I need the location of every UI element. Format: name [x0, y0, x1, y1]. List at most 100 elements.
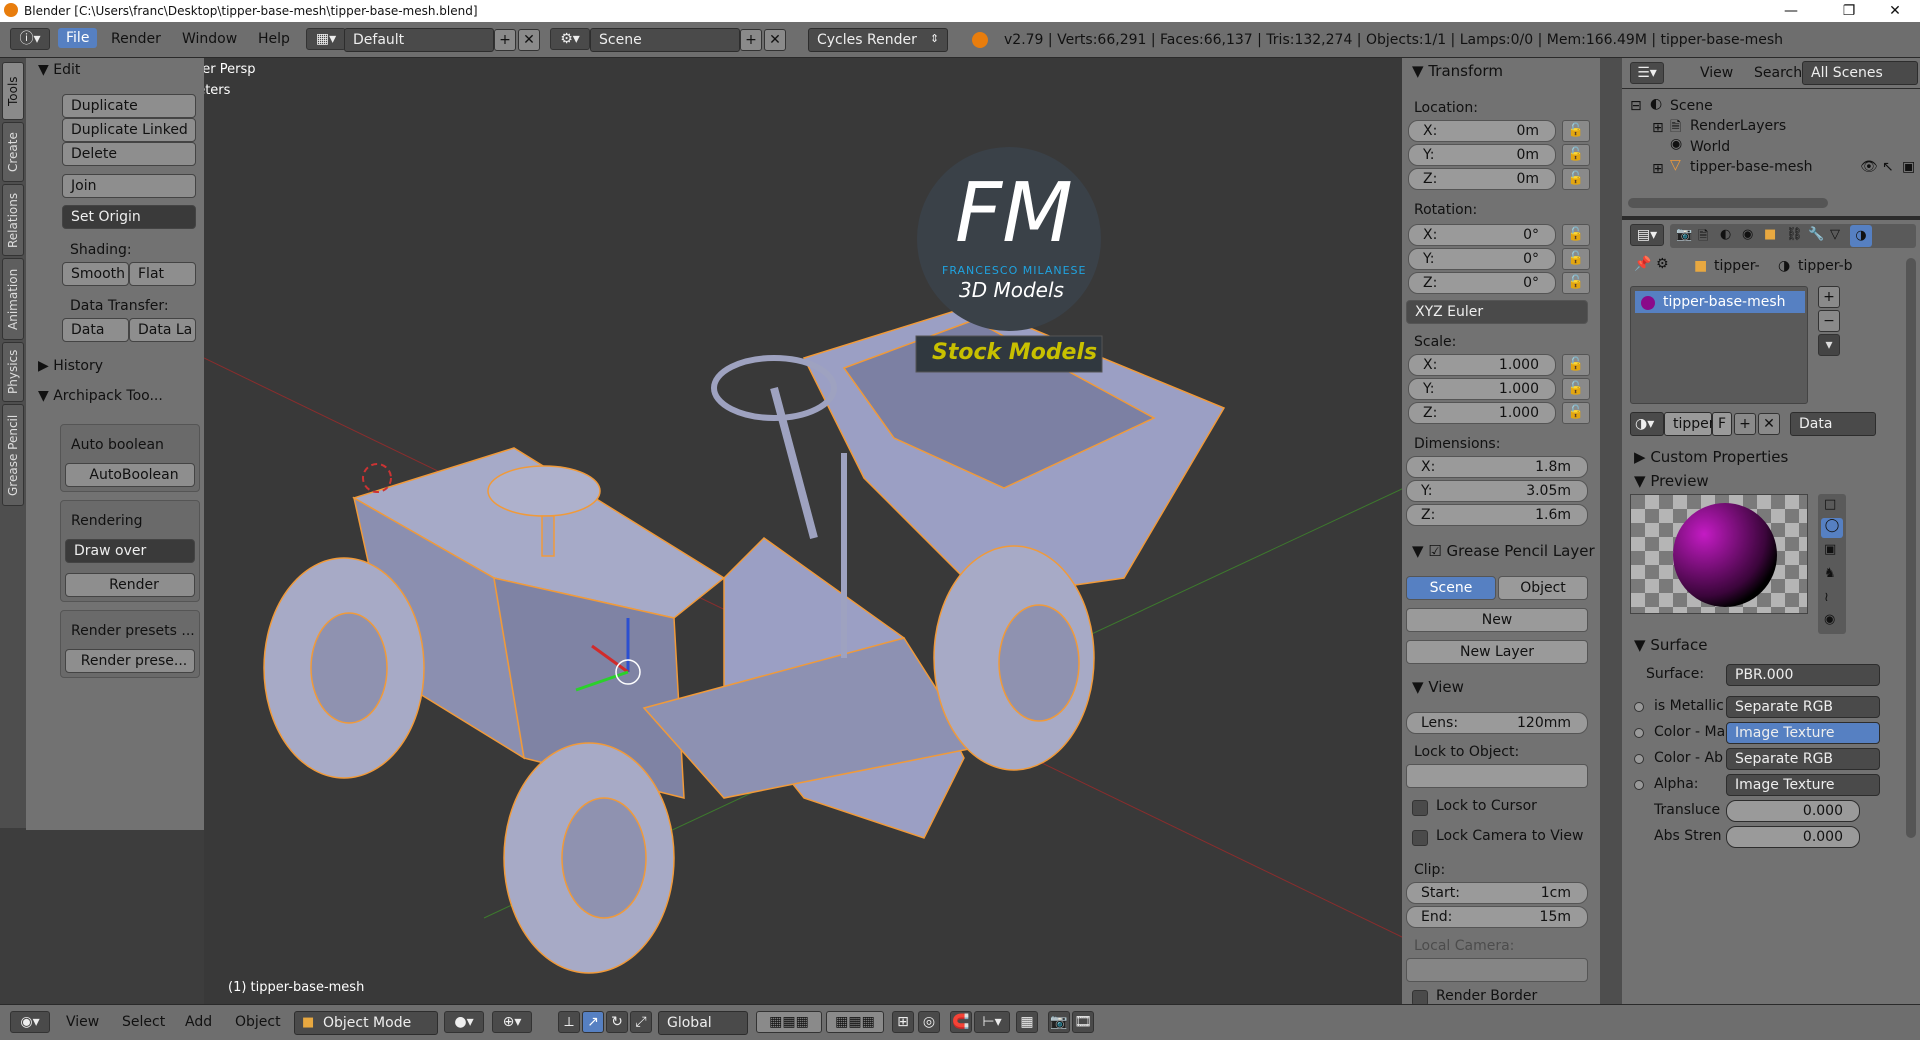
pivot-icon[interactable]: ⊕▾	[492, 1011, 532, 1033]
material-browse-icon[interactable]: ◑▾	[1630, 412, 1664, 436]
rotation-z-field[interactable]: Z: 0°	[1408, 272, 1556, 294]
lock-icon[interactable]: 🔓	[1562, 378, 1590, 400]
outliner-scrollbar[interactable]	[1628, 198, 1828, 208]
pin-icon[interactable]: 📌	[1634, 256, 1651, 272]
close-icon[interactable]: ✕	[1872, 0, 1918, 22]
viewport-editor-icon[interactable]: ◉▾	[10, 1011, 50, 1033]
rotation-x-field[interactable]: X: 0°	[1408, 224, 1556, 246]
clip-start-field[interactable]: Start: 1cm	[1406, 882, 1588, 904]
object-tab-icon[interactable]: ■	[1764, 227, 1776, 242]
add-layout-icon[interactable]: +	[494, 29, 516, 51]
smooth-button[interactable]: Smooth	[62, 262, 129, 286]
view-header[interactable]: ▼ View	[1412, 678, 1464, 696]
new-layer-button[interactable]: New Layer	[1406, 640, 1588, 664]
outliner-view-menu[interactable]: View	[1700, 65, 1733, 81]
scale-y-field[interactable]: Y: 1.000	[1408, 378, 1556, 400]
layers-grid-2[interactable]: ▦▦▦	[826, 1011, 884, 1033]
lens-field[interactable]: Lens: 120mm	[1406, 712, 1588, 734]
flat-button[interactable]: Flat	[129, 262, 196, 286]
camera-icon[interactable]: ▣	[1902, 159, 1915, 175]
lock-cursor-checkbox[interactable]	[1412, 800, 1428, 816]
area-divider[interactable]	[1622, 216, 1920, 220]
scene-field[interactable]: Scene	[590, 28, 740, 52]
outliner-scene[interactable]: Scene	[1670, 98, 1713, 114]
lock-camera-checkbox[interactable]	[1412, 830, 1428, 846]
preview-header[interactable]: ▼ Preview	[1634, 472, 1709, 490]
render-preview-icon[interactable]: 📷	[1048, 1011, 1070, 1033]
material-slots-list[interactable]: tipper-base-mesh	[1630, 286, 1808, 404]
socket-icon[interactable]	[1634, 754, 1644, 764]
unlink-material-icon[interactable]: ✕	[1758, 413, 1780, 435]
editor-type-icon[interactable]: ⓘ▾	[10, 28, 50, 50]
lock-layers-icon[interactable]: ⊞	[892, 1011, 914, 1033]
is-metallic-select[interactable]: Separate RGB	[1726, 696, 1880, 718]
dimension-x-field[interactable]: X: 1.8m	[1406, 456, 1588, 478]
shading-mode-icon[interactable]: ●▾	[444, 1011, 484, 1033]
eye-icon[interactable]: 👁	[1860, 159, 1878, 175]
material-name-field[interactable]: tipper	[1664, 412, 1715, 436]
monkey-preview-icon[interactable]: ♞	[1824, 566, 1836, 581]
lock-icon[interactable]: 🔓	[1562, 248, 1590, 270]
menu-select[interactable]: Select	[122, 1014, 165, 1030]
lock-icon[interactable]: 🔓	[1562, 168, 1590, 190]
custom-properties-header[interactable]: ▶ Custom Properties	[1634, 448, 1788, 466]
rotation-mode-select[interactable]: XYZ Euler	[1406, 300, 1588, 324]
expand-icon[interactable]: ⊞	[1652, 161, 1664, 177]
grease-pencil-header[interactable]: ▼ ☑ Grease Pencil Layer	[1412, 542, 1595, 560]
panel-archipack-header[interactable]: ▼ Archipack Too...	[38, 388, 163, 404]
menu-window[interactable]: Window	[182, 31, 237, 47]
tab-tools[interactable]: Tools	[2, 62, 24, 120]
lock-icon[interactable]: 🔓	[1562, 402, 1590, 424]
rotate-icon[interactable]: ↻	[606, 1011, 628, 1033]
panel-history-header[interactable]: ▶ History	[38, 358, 103, 374]
minimize-icon[interactable]: —	[1768, 0, 1814, 22]
proportional-icon[interactable]: ◎	[918, 1011, 940, 1033]
panel-edit-header[interactable]: ▼ Edit	[38, 62, 80, 78]
lock-object-field[interactable]	[1406, 764, 1588, 788]
menu-help[interactable]: Help	[258, 31, 290, 47]
panel-separator[interactable]	[1600, 58, 1622, 1040]
data-layout-button[interactable]: Data La	[129, 318, 196, 342]
outliner-search-menu[interactable]: Search	[1754, 65, 1802, 81]
cube-preview-icon[interactable]: ▣	[1824, 542, 1836, 557]
socket-icon[interactable]	[1634, 780, 1644, 790]
local-camera-field[interactable]	[1406, 958, 1588, 982]
menu-add[interactable]: Add	[185, 1014, 212, 1030]
data-button[interactable]: Data	[62, 318, 129, 342]
modifiers-tab-icon[interactable]: 🔧	[1808, 227, 1824, 242]
set-origin-select[interactable]: Set Origin	[62, 205, 196, 229]
remove-layout-icon[interactable]: ✕	[518, 29, 540, 51]
new-material-icon[interactable]: +	[1734, 413, 1756, 435]
outliner-editor-icon[interactable]: ☰▾	[1630, 62, 1664, 84]
location-x-field[interactable]: X: 0m	[1408, 120, 1556, 142]
rotation-y-field[interactable]: Y: 0°	[1408, 248, 1556, 270]
expand-icon[interactable]: ⊟	[1630, 98, 1642, 114]
lock-icon[interactable]: 🔓	[1562, 120, 1590, 142]
properties-editor-icon[interactable]: ▤▾	[1630, 224, 1664, 246]
mode-select[interactable]: Object Mode	[294, 1011, 438, 1035]
duplicate-linked-button[interactable]: Duplicate Linked	[62, 118, 196, 142]
snap-icon[interactable]: 🧲	[950, 1011, 972, 1033]
outliner-world[interactable]: World	[1690, 139, 1730, 155]
scale-z-field[interactable]: Z: 1.000	[1408, 402, 1556, 424]
manipulator-icon[interactable]: ⟂	[558, 1011, 580, 1033]
dimension-z-field[interactable]: Z: 1.6m	[1406, 504, 1588, 526]
new-grease-button[interactable]: New	[1406, 608, 1588, 632]
object-toggle[interactable]: Object	[1498, 576, 1588, 600]
slot-menu-icon[interactable]: ▾	[1818, 334, 1840, 356]
lock-icon[interactable]: 🔓	[1562, 144, 1590, 166]
menu-file[interactable]: File	[58, 28, 98, 48]
world-preview-icon[interactable]: ◉	[1824, 612, 1835, 627]
abs-stren-field[interactable]: 0.000	[1726, 826, 1860, 848]
layers-tab-icon[interactable]: 🗎	[1698, 227, 1708, 249]
remove-slot-icon[interactable]: −	[1818, 310, 1840, 332]
remove-scene-icon[interactable]: ✕	[764, 29, 786, 51]
render-presets-button[interactable]: Render prese...	[65, 649, 195, 673]
transform-header[interactable]: ▼ Transform	[1412, 62, 1503, 80]
tab-animation[interactable]: Animation	[2, 258, 24, 340]
menu-object[interactable]: Object	[235, 1014, 281, 1030]
constraints-tab-icon[interactable]: ⛓	[1786, 227, 1803, 242]
color-ab-select[interactable]: Separate RGB	[1726, 748, 1880, 770]
menu-view[interactable]: View	[66, 1014, 99, 1030]
location-z-field[interactable]: Z: 0m	[1408, 168, 1556, 190]
